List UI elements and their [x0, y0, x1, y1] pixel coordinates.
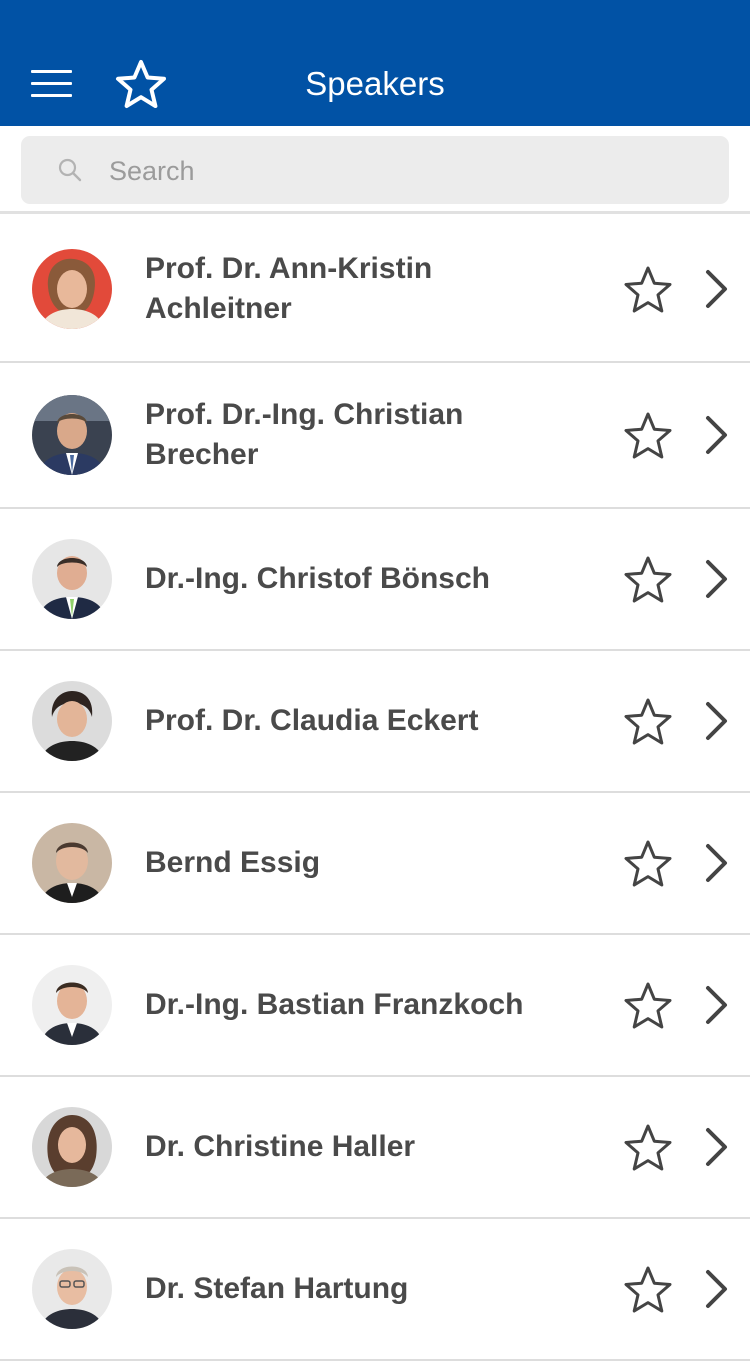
- speaker-row[interactable]: Dr.-Ing. Christof Bönsch: [0, 509, 750, 651]
- favorite-star-icon[interactable]: [622, 1123, 674, 1173]
- speaker-name: Dr.-Ing. Bastian Franzkoch: [145, 988, 524, 1021]
- speaker-avatar: [32, 395, 112, 475]
- speaker-row[interactable]: Dr.-Ing. Bastian Franzkoch: [0, 935, 750, 1077]
- favorite-star-icon[interactable]: [622, 981, 674, 1031]
- speaker-name: Dr. Stefan Hartung: [145, 1272, 409, 1305]
- speaker-name: Bernd Essig: [145, 846, 321, 879]
- speaker-name: Prof. Dr.-Ing. Christian Brecher: [145, 398, 464, 471]
- speaker-avatar: [32, 823, 112, 903]
- speaker-avatar: [32, 681, 112, 761]
- page-title: Speakers: [305, 65, 445, 102]
- speaker-avatar: [32, 249, 112, 329]
- search-input[interactable]: [107, 148, 711, 194]
- favorite-star-icon[interactable]: [622, 697, 674, 747]
- chevron-right-icon[interactable]: [704, 559, 730, 599]
- speaker-row[interactable]: Bernd Essig: [0, 793, 750, 935]
- speaker-name: Prof. Dr. Claudia Eckert: [145, 704, 479, 737]
- search-bar: [0, 126, 750, 214]
- navigation-bar: Speakers: [0, 0, 750, 126]
- chevron-right-icon[interactable]: [704, 1127, 730, 1167]
- speaker-avatar: [32, 539, 112, 619]
- favorite-star-icon[interactable]: [622, 839, 674, 889]
- search-icon: [58, 158, 82, 182]
- favorite-star-icon[interactable]: [622, 265, 674, 315]
- favorite-star-icon[interactable]: [622, 555, 674, 605]
- chevron-right-icon[interactable]: [704, 985, 730, 1025]
- speaker-row[interactable]: Prof. Dr. Ann-Kristin Achleitner: [0, 217, 750, 363]
- favorite-star-icon[interactable]: [622, 411, 674, 461]
- chevron-right-icon[interactable]: [704, 1269, 730, 1309]
- speaker-avatar: [32, 1249, 112, 1329]
- chevron-right-icon[interactable]: [704, 415, 730, 455]
- chevron-right-icon[interactable]: [704, 269, 730, 309]
- speaker-row[interactable]: Dr. Christine Haller: [0, 1077, 750, 1219]
- speaker-avatar: [32, 965, 112, 1045]
- speaker-avatar: [32, 1107, 112, 1187]
- search-box[interactable]: [21, 136, 729, 204]
- favorite-star-icon[interactable]: [622, 1265, 674, 1315]
- speaker-row[interactable]: Dr. Stefan Hartung: [0, 1219, 750, 1361]
- speaker-row[interactable]: Prof. Dr.-Ing. Christian Brecher: [0, 363, 750, 509]
- speaker-name: Dr. Christine Haller: [145, 1130, 416, 1163]
- speaker-row[interactable]: Prof. Dr. Claudia Eckert: [0, 651, 750, 793]
- speaker-name: Dr.-Ing. Christof Bönsch: [145, 562, 490, 595]
- speaker-list: Prof. Dr. Ann-Kristin Achleitner Prof. D…: [0, 217, 750, 1361]
- chevron-right-icon[interactable]: [704, 701, 730, 741]
- speaker-name: Prof. Dr. Ann-Kristin Achleitner: [145, 252, 433, 325]
- chevron-right-icon[interactable]: [704, 843, 730, 883]
